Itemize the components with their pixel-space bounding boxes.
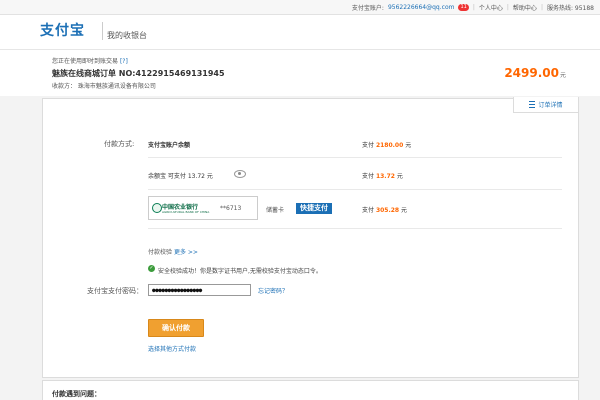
transaction-type-notice: 您正在使用即时到账交易 [?] <box>52 56 128 65</box>
pay-label: 支付 <box>362 142 375 149</box>
account-balance-option[interactable]: 支付宝账户余额 <box>148 140 190 149</box>
divider <box>148 157 562 158</box>
eye-icon[interactable] <box>234 170 246 178</box>
order-amount: 2499.00元 <box>504 66 566 80</box>
personal-center-link[interactable]: 个人中心 <box>479 3 503 12</box>
card-type: 储蓄卡 <box>266 207 285 214</box>
password-label: 支付宝支付密码： <box>87 287 143 295</box>
account-label: 支付宝账户: <box>351 4 384 12</box>
top-bar: 支付宝账户: 9562226664@qq.com 11 | 个人中心 | 帮助中… <box>0 0 600 15</box>
other-payment-link[interactable]: 选择其他方式付款 <box>148 344 196 353</box>
top-links: 支付宝账户: 9562226664@qq.com 11 | 个人中心 | 帮助中… <box>352 2 594 12</box>
abc-bank-logo-icon <box>152 203 162 213</box>
help-center-link[interactable]: 帮助中心 <box>513 3 537 12</box>
card-tail: **6713 <box>220 205 242 212</box>
logo-divider <box>102 22 103 40</box>
pay-unit: 元 <box>396 173 403 180</box>
separator: | <box>472 3 475 11</box>
payee: 收款方： 珠海市魅族通讯设备有限公司 <box>52 83 156 90</box>
bank-name-english: AGRICULTURAL BANK OF CHINA <box>162 210 210 214</box>
amount-unit: 元 <box>559 72 566 79</box>
security-label: 付款校验 <box>148 249 173 256</box>
order-number: 魅族在线商城订单 NO:4122915469131945 <box>52 69 225 78</box>
pay-amount: 13.72 <box>375 173 395 180</box>
pay-balance: 支付 2180.00 元 <box>362 140 411 149</box>
notice-text: 您正在使用即时到账交易 <box>52 58 119 65</box>
amount-value: 2499.00 <box>504 66 559 80</box>
help-question-link[interactable]: [?] <box>120 58 128 65</box>
pay-amount: 305.28 <box>375 207 400 214</box>
pay-unit: 元 <box>401 207 408 214</box>
password-input[interactable]: ●●●●●●●●●●●●●●●● <box>148 284 251 296</box>
security-success-message: 安全校验成功！你是数字证书用户,无需校验支付宝动态口令。 <box>158 268 322 275</box>
security-more-link[interactable]: 更多 >> <box>174 249 198 256</box>
yuebao-option[interactable]: 余额宝 可支付 13.72 元 <box>148 171 213 180</box>
pay-amount: 2180.00 <box>375 142 404 149</box>
list-icon <box>529 101 536 108</box>
cashier-title: 我的收银台 <box>107 31 147 40</box>
quick-pay-badge: 快捷支付 <box>296 203 332 214</box>
separator: | <box>506 3 509 11</box>
help-section <box>42 380 579 400</box>
forgot-password-link[interactable]: 忘记密码？ <box>258 286 288 295</box>
security-check: 付款校验 更多 >> <box>148 247 198 256</box>
header <box>0 15 600 50</box>
pay-label: 支付 <box>362 207 375 214</box>
pay-bank: 支付 305.28 元 <box>362 205 407 214</box>
alipay-logo[interactable]: 支付宝 <box>40 20 85 40</box>
payment-method-label: 付款方式: <box>104 140 135 148</box>
pay-label: 支付 <box>362 173 375 180</box>
order-detail-button[interactable]: 订单详情 <box>513 97 579 113</box>
help-section-title: 付款遇到问题： <box>52 390 101 398</box>
hotline: 服务热线: 95188 <box>546 4 594 12</box>
check-icon: ✓ <box>148 265 155 272</box>
pay-unit: 元 <box>405 142 412 149</box>
pay-yuebao: 支付 13.72 元 <box>362 171 403 180</box>
account-link[interactable]: 9562226664@qq.com <box>388 4 455 11</box>
separator: | <box>540 3 543 11</box>
divider <box>148 228 562 229</box>
message-badge[interactable]: 11 <box>458 3 469 11</box>
confirm-pay-button[interactable]: 确认付款 <box>148 319 204 337</box>
divider <box>148 189 562 190</box>
order-detail-label: 订单详情 <box>538 102 563 109</box>
